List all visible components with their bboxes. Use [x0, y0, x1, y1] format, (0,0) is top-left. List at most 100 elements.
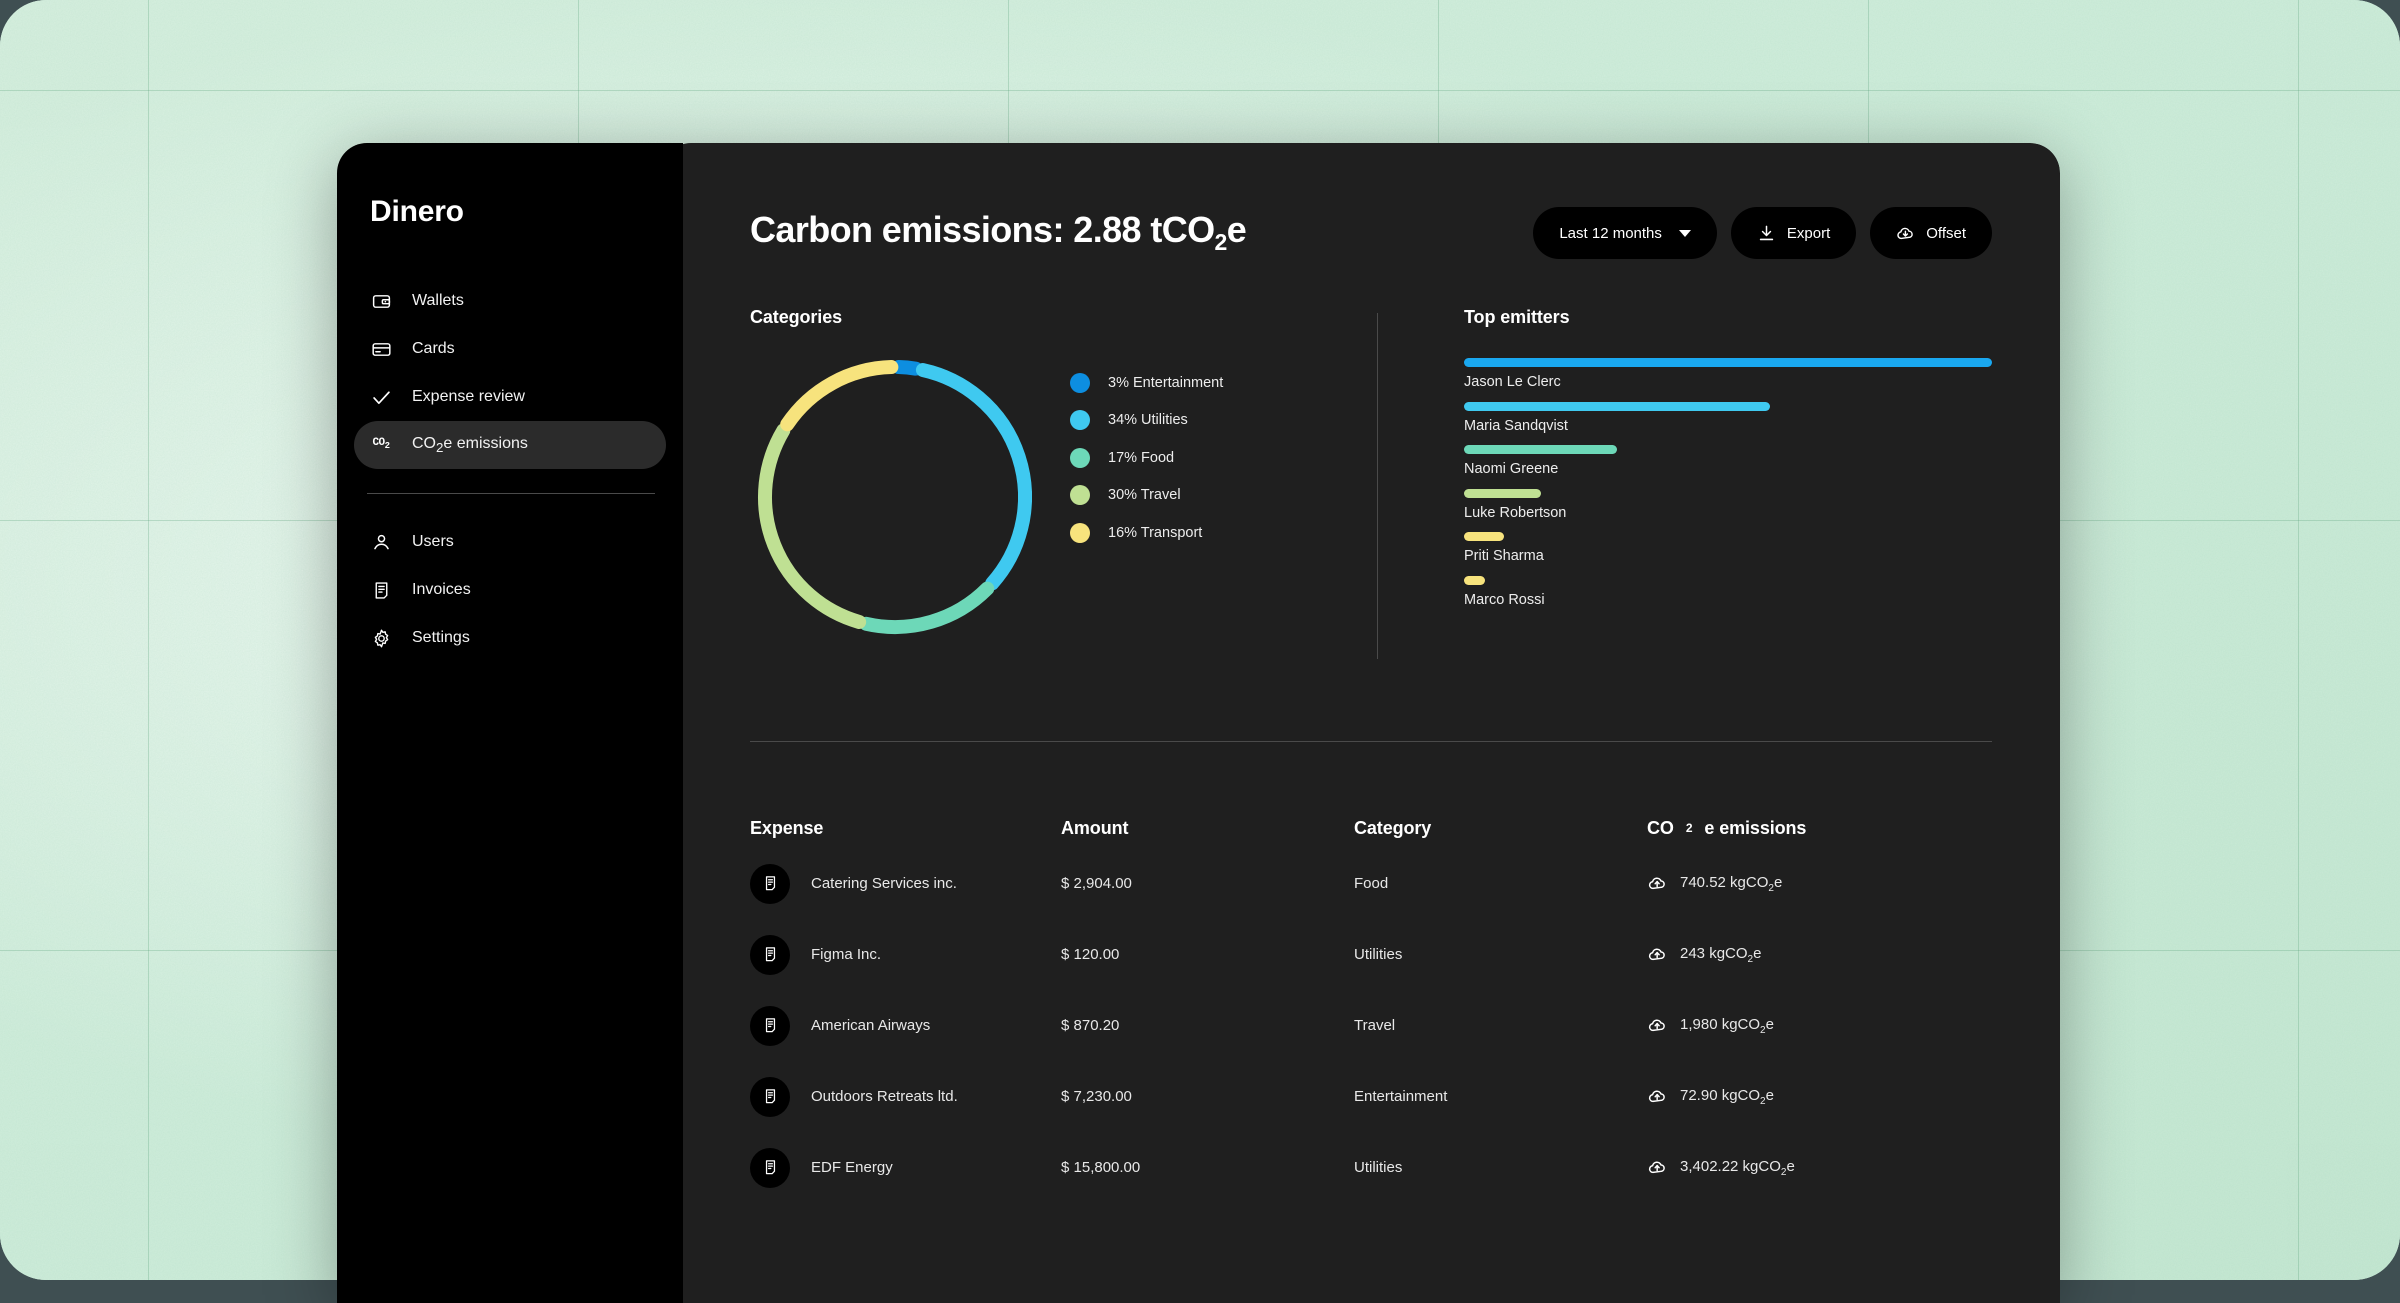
sidebar-item-settings[interactable]: Settings	[354, 614, 666, 662]
date-range-label: Last 12 months	[1559, 225, 1662, 242]
legend-color-dot	[1070, 523, 1090, 543]
emitter-name: Jason Le Clerc	[1464, 374, 1992, 390]
cell-category: Travel	[1354, 1017, 1395, 1034]
wallet-icon	[370, 290, 392, 312]
cloud-download-icon	[1896, 224, 1915, 243]
invoice-icon	[370, 579, 392, 601]
cloud-emissions-icon	[1647, 1086, 1668, 1107]
gear-icon	[370, 627, 392, 649]
co2-icon: CO2	[370, 434, 392, 456]
categories-legend: 3% Entertainment 34% Utilities 17% Food 30%…	[1070, 336, 1347, 552]
cell-expense: Figma Inc.	[811, 946, 881, 963]
expenses-table: Expense Amount Category CO2e emissions C…	[750, 808, 1992, 1203]
table-row[interactable]: Figma Inc. $ 120.00 Utilities 243 kgCO2e	[750, 919, 1992, 990]
emitter-row: Jason Le Clerc	[1464, 358, 1992, 390]
emitter-row: Marco Rossi	[1464, 576, 1992, 608]
legend-label: 34% Utilities	[1108, 412, 1188, 428]
offset-button[interactable]: Offset	[1870, 207, 1992, 259]
table-body: Catering Services inc. $ 2,904.00 Food 7…	[750, 848, 1992, 1203]
main-content: Carbon emissions: 2.88 tCO2e Last 12 mon…	[661, 143, 2060, 1303]
emitter-name: Priti Sharma	[1464, 548, 1992, 564]
cell-emissions: 243 kgCO2e	[1680, 945, 1761, 965]
emitter-row: Maria Sandqvist	[1464, 402, 1992, 434]
table-row[interactable]: Catering Services inc. $ 2,904.00 Food 7…	[750, 848, 1992, 919]
emitter-bar	[1464, 489, 1541, 498]
sidebar: Dinero Wallets	[337, 143, 683, 1303]
sidebar-item-label: Settings	[412, 629, 470, 647]
cell-emissions: 1,980 kgCO2e	[1680, 1016, 1774, 1036]
categories-body: 3% Entertainment 34% Utilities 17% Food 30%…	[750, 336, 1347, 642]
cell-category: Utilities	[1354, 1159, 1402, 1176]
cell-amount: $ 15,800.00	[1061, 1159, 1140, 1176]
sidebar-item-cards[interactable]: Cards	[354, 325, 666, 373]
top-emitters-title: Top emitters	[1464, 307, 1992, 328]
legend-item: 16% Transport	[1070, 514, 1347, 552]
legend-item: 34% Utilities	[1070, 402, 1347, 440]
page-title: Carbon emissions: 2.88 tCO2e	[750, 209, 1246, 256]
column-header-emissions: CO2e emissions	[1647, 818, 1992, 839]
cloud-emissions-icon	[1647, 873, 1668, 894]
emitter-bar	[1464, 445, 1617, 454]
page-header: Carbon emissions: 2.88 tCO2e Last 12 mon…	[750, 201, 1992, 265]
top-emitters-list: Jason Le Clerc Maria Sandqvist Naomi Green…	[1464, 358, 1992, 608]
receipt-icon	[750, 1077, 790, 1117]
table-header-row: Expense Amount Category CO2e emissions	[750, 808, 1992, 848]
sidebar-item-co2e-emissions[interactable]: CO2 CO2e emissions	[354, 421, 666, 469]
sidebar-item-users[interactable]: Users	[354, 518, 666, 566]
cell-expense: EDF Energy	[811, 1159, 893, 1176]
cell-expense: Outdoors Retreats ltd.	[811, 1088, 958, 1105]
export-label: Export	[1787, 225, 1830, 242]
app-window: Dinero Wallets	[337, 143, 2060, 1303]
cell-emissions: 72.90 kgCO2e	[1680, 1087, 1774, 1107]
legend-item: 30% Travel	[1070, 477, 1347, 515]
emitter-bar	[1464, 532, 1504, 541]
card-icon	[370, 338, 392, 360]
donut-segment	[765, 430, 859, 622]
cloud-emissions-icon	[1647, 944, 1668, 965]
legend-label: 17% Food	[1108, 450, 1174, 466]
sidebar-item-label: Invoices	[412, 581, 471, 599]
donut-segment	[899, 367, 916, 369]
column-header-category: Category	[1354, 818, 1647, 839]
table-row[interactable]: EDF Energy $ 15,800.00 Utilities 3,402.2…	[750, 1132, 1992, 1203]
date-range-dropdown[interactable]: Last 12 months	[1533, 207, 1717, 259]
table-row[interactable]: American Airways $ 870.20 Travel 1,980 k…	[750, 990, 1992, 1061]
sidebar-item-label: CO2e emissions	[412, 435, 528, 455]
sidebar-item-expense-review[interactable]: Expense review	[354, 373, 666, 421]
column-header-expense: Expense	[750, 818, 1061, 839]
emitter-bar	[1464, 576, 1485, 585]
section-divider	[750, 741, 1992, 742]
header-actions: Last 12 months Export	[1533, 207, 1992, 259]
app-logo: Dinero	[337, 195, 683, 229]
panels-row: Categories 3% Entertainment34% Utilities…	[750, 307, 1992, 669]
legend-color-dot	[1070, 448, 1090, 468]
emitter-name: Naomi Greene	[1464, 461, 1992, 477]
column-header-amount: Amount	[1061, 818, 1354, 839]
cell-amount: $ 870.20	[1061, 1017, 1119, 1034]
user-icon	[370, 531, 392, 553]
cell-category: Utilities	[1354, 946, 1402, 963]
emitter-row: Luke Robertson	[1464, 489, 1992, 521]
cell-amount: $ 7,230.00	[1061, 1088, 1132, 1105]
export-button[interactable]: Export	[1731, 207, 1856, 259]
table-row[interactable]: Outdoors Retreats ltd. $ 7,230.00 Entert…	[750, 1061, 1992, 1132]
receipt-icon	[750, 935, 790, 975]
receipt-icon	[750, 864, 790, 904]
donut-segment	[866, 589, 987, 627]
emitter-name: Marco Rossi	[1464, 592, 1992, 608]
donut-chart	[750, 336, 1070, 642]
cell-expense: Catering Services inc.	[811, 875, 957, 892]
sidebar-item-label: Cards	[412, 340, 455, 358]
cell-category: Food	[1354, 875, 1388, 892]
sidebar-item-wallets[interactable]: Wallets	[354, 277, 666, 325]
sidebar-nav-primary: Wallets Cards Expense	[337, 277, 683, 469]
emitter-name: Luke Robertson	[1464, 505, 1992, 521]
legend-color-dot	[1070, 410, 1090, 430]
sidebar-item-label: Expense review	[412, 388, 525, 406]
legend-label: 3% Entertainment	[1108, 375, 1223, 391]
sidebar-nav-secondary: Users Invoices	[337, 518, 683, 662]
cell-amount: $ 2,904.00	[1061, 875, 1132, 892]
legend-color-dot	[1070, 373, 1090, 393]
sidebar-item-invoices[interactable]: Invoices	[354, 566, 666, 614]
emitter-name: Maria Sandqvist	[1464, 418, 1992, 434]
